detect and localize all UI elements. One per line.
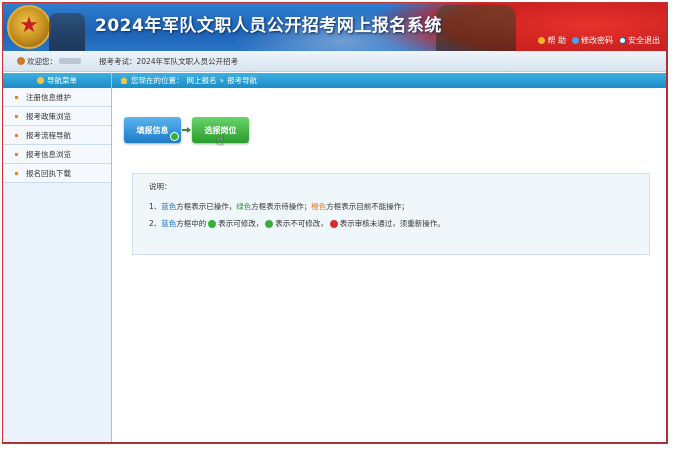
soldiers-image bbox=[49, 13, 85, 51]
sidebar-item-label: 报考信息浏览 bbox=[26, 149, 71, 159]
note-blue-word: 蓝色 bbox=[161, 202, 177, 211]
sidebar-item-label: 注册信息维护 bbox=[26, 92, 71, 102]
note-green-word: 绿色 bbox=[236, 202, 252, 211]
welcome-label: 欢迎您： bbox=[27, 56, 57, 66]
sidebar-item-info[interactable]: 报考信息浏览 bbox=[3, 145, 111, 164]
breadcrumb-separator: » bbox=[219, 76, 225, 85]
sidebar-item-label: 报名回执下载 bbox=[26, 168, 71, 178]
breadcrumb-page: 报考导航 bbox=[227, 76, 258, 85]
page-title: 2024年军队文职人员公开招考网上报名系统 bbox=[95, 16, 442, 36]
note-text: 表示不可修改， bbox=[275, 219, 328, 228]
bullet-icon bbox=[15, 171, 18, 175]
note-text: 方框表示目前不能操作； bbox=[326, 202, 409, 211]
bullet-icon bbox=[15, 152, 18, 156]
sidebar-header: 导航菜单 bbox=[3, 73, 111, 88]
bullet-icon bbox=[15, 114, 18, 118]
main-content: 您现在的位置： 网上报名 » 报考导航 填报信息 选报岗位 ☝ 说明： 1、蓝色… bbox=[112, 73, 666, 442]
exam-label: 报考考试：2024年军队文职人员公开招考 bbox=[99, 56, 239, 66]
note-text: 表示审核未通过，须重新操作。 bbox=[339, 219, 445, 228]
header-banner: 2024年军队文职人员公开招考网上报名系统 帮 助 修改密码 安全退出 bbox=[3, 3, 666, 51]
breadcrumb-prefix: 您现在的位置： bbox=[131, 76, 184, 85]
user-info-bar: 欢迎您： 报考考试：2024年军队文职人员公开招考 bbox=[3, 51, 666, 72]
note-line-2: 2、 蓝色 方框中的 表示可修改， 表示不可修改， 表示审核未通过，须重新操作。 bbox=[149, 218, 445, 229]
note-line-1: 1、蓝色方框表示已操作，绿色方框表示待操作；橙色方框表示目前不能操作； bbox=[149, 201, 409, 212]
logout-label: 安全退出 bbox=[628, 36, 660, 45]
bullet-icon bbox=[15, 133, 18, 137]
home-icon bbox=[120, 77, 128, 84]
sidebar-item-receipt[interactable]: 报名回执下载 bbox=[3, 164, 111, 183]
bullet-icon bbox=[15, 95, 18, 99]
page-frame: 2024年军队文职人员公开招考网上报名系统 帮 助 修改密码 安全退出 欢迎您：… bbox=[2, 2, 668, 444]
help-label: 帮 助 bbox=[547, 36, 566, 45]
note-text: 方框中的 bbox=[176, 219, 207, 228]
army-emblem-icon bbox=[7, 5, 51, 49]
notes-title: 说明： bbox=[149, 182, 172, 191]
change-password-label: 修改密码 bbox=[581, 36, 613, 45]
key-icon bbox=[572, 37, 579, 44]
sidebar-item-label: 报考政策浏览 bbox=[26, 111, 71, 121]
sidebar-item-label: 报考流程导航 bbox=[26, 130, 71, 140]
note-text: 表示可修改， bbox=[218, 219, 264, 228]
note-number: 1、 bbox=[149, 202, 162, 211]
username-redacted bbox=[59, 58, 81, 64]
change-password-link[interactable]: 修改密码 bbox=[572, 35, 613, 46]
sidebar: 导航菜单 注册信息维护 报考政策浏览 报考流程导航 报考信息浏览 报名回执下载 bbox=[3, 73, 112, 442]
sidebar-item-registration[interactable]: 注册信息维护 bbox=[3, 88, 111, 107]
step-arrow-icon bbox=[182, 127, 191, 133]
step-label: 填报信息 bbox=[136, 125, 169, 135]
editable-check-icon bbox=[170, 132, 179, 141]
note-number: 2、 bbox=[149, 219, 162, 228]
troops-image bbox=[436, 5, 516, 51]
help-link[interactable]: 帮 助 bbox=[538, 35, 566, 46]
menu-icon bbox=[37, 77, 44, 84]
rejected-icon bbox=[329, 219, 338, 228]
locked-icon bbox=[265, 219, 274, 228]
sidebar-title: 导航菜单 bbox=[47, 76, 77, 85]
note-orange-word: 橙色 bbox=[311, 202, 327, 211]
note-text: 方框表示已操作， bbox=[176, 202, 237, 211]
editable-check-icon bbox=[208, 219, 217, 228]
hand-cursor-icon: ☝ bbox=[216, 133, 225, 149]
breadcrumb: 您现在的位置： 网上报名 » 报考导航 bbox=[112, 73, 666, 88]
user-icon bbox=[17, 57, 25, 65]
note-text: 方框表示待操作； bbox=[251, 202, 312, 211]
exit-icon bbox=[619, 37, 626, 44]
sidebar-item-process[interactable]: 报考流程导航 bbox=[3, 126, 111, 145]
breadcrumb-section[interactable]: 网上报名 bbox=[187, 75, 217, 86]
logout-link[interactable]: 安全退出 bbox=[619, 35, 660, 46]
sidebar-item-policy[interactable]: 报考政策浏览 bbox=[3, 107, 111, 126]
step-fill-info-button[interactable]: 填报信息 bbox=[124, 117, 181, 143]
note-blue-word: 蓝色 bbox=[161, 219, 177, 228]
header-links: 帮 助 修改密码 安全退出 bbox=[538, 35, 660, 46]
help-icon bbox=[538, 37, 546, 44]
instructions-box: 说明： 1、蓝色方框表示已操作，绿色方框表示待操作；橙色方框表示目前不能操作； … bbox=[132, 173, 650, 255]
